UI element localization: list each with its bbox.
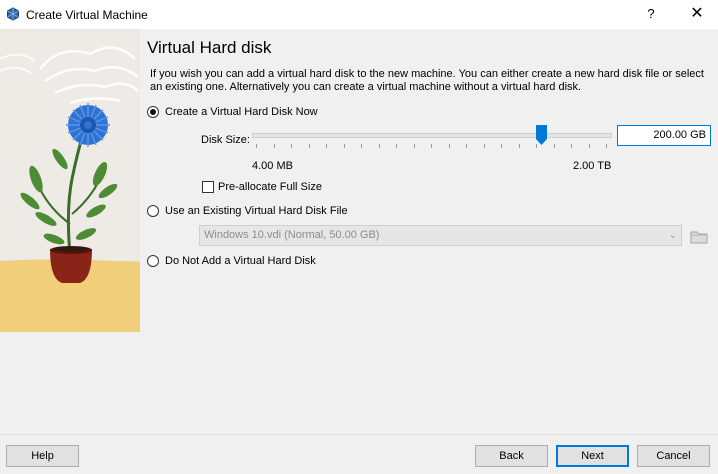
slider-tick	[308, 144, 310, 148]
no-disk-label[interactable]: Do Not Add a Virtual Hard Disk	[165, 255, 316, 267]
folder-browse-icon[interactable]	[689, 226, 709, 246]
cancel-button[interactable]: Cancel	[637, 445, 710, 467]
slider-tick	[606, 144, 607, 148]
next-button[interactable]: Next	[556, 445, 629, 467]
help-button[interactable]: Help	[6, 445, 79, 467]
slider-tick	[343, 144, 345, 148]
page-description: If you wish you can add a virtual hard d…	[150, 68, 704, 93]
preallocate-checkbox[interactable]	[202, 181, 214, 193]
preallocate-label[interactable]: Pre-allocate Full Size	[218, 181, 322, 193]
slider-tick	[361, 144, 362, 148]
virtualbox-icon	[7, 7, 19, 21]
flower-pot-illustration	[0, 29, 140, 332]
wizard-illustration	[0, 29, 140, 332]
close-window-button[interactable]: ✕	[683, 4, 711, 24]
create-disk-radio[interactable]	[147, 106, 159, 118]
slider-tick	[431, 144, 432, 148]
slider-tick	[273, 144, 275, 148]
context-help-button[interactable]: ?	[637, 4, 665, 24]
disk-size-slider-track[interactable]	[252, 133, 612, 138]
window-title: Create Virtual Machine	[26, 8, 148, 22]
slider-tick	[291, 144, 292, 148]
page-title: Virtual Hard disk	[147, 38, 272, 57]
slider-tick	[501, 144, 502, 148]
disk-size-input[interactable]: 200.00 GB	[617, 125, 711, 146]
slider-min-label: 4.00 MB	[252, 160, 293, 172]
slider-tick	[466, 144, 467, 148]
create-disk-label[interactable]: Create a Virtual Hard Disk Now	[165, 106, 318, 118]
disk-size-slider-handle[interactable]	[536, 125, 548, 145]
use-existing-disk-label[interactable]: Use an Existing Virtual Hard Disk File	[165, 205, 348, 217]
back-button[interactable]: Back	[475, 445, 548, 467]
existing-disk-select[interactable]: Windows 10.vdi (Normal, 50.00 GB) ⌄	[199, 225, 682, 246]
title-bar: Create Virtual Machine ? ✕	[0, 0, 718, 29]
disk-size-label: Disk Size:	[201, 134, 250, 146]
slider-tick	[378, 144, 380, 148]
existing-disk-select-value: Windows 10.vdi (Normal, 50.00 GB)	[204, 229, 380, 241]
no-disk-radio[interactable]	[147, 255, 159, 267]
chevron-down-icon: ⌄	[668, 230, 677, 241]
slider-tick	[518, 144, 520, 148]
slider-tick	[483, 144, 485, 148]
use-existing-disk-radio[interactable]	[147, 205, 159, 217]
slider-tick	[396, 144, 397, 148]
slider-tick	[256, 144, 257, 148]
slider-tick	[553, 144, 555, 148]
slider-tick	[571, 144, 572, 148]
slider-tick	[588, 144, 590, 148]
slider-tick	[326, 144, 327, 148]
slider-tick	[448, 144, 450, 148]
slider-tick	[413, 144, 415, 148]
slider-max-label: 2.00 TB	[573, 160, 612, 172]
